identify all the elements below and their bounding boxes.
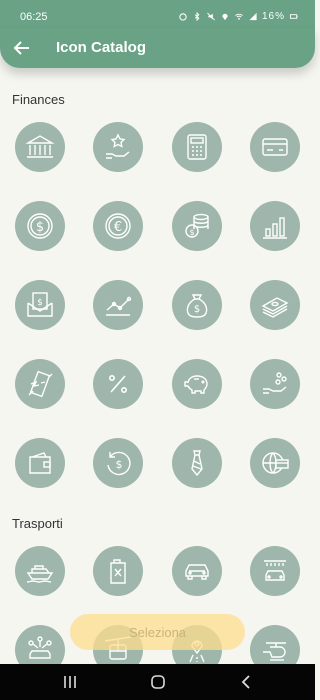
coin-stack-icon[interactable]: $ bbox=[172, 201, 222, 251]
app-bar: Icon Catalog bbox=[0, 28, 315, 68]
battery-icon bbox=[289, 14, 298, 19]
dollar-refresh-icon[interactable]: $ bbox=[93, 438, 143, 488]
back-arrow-icon[interactable] bbox=[10, 36, 34, 60]
percent-icon[interactable] bbox=[93, 359, 143, 409]
globe-card-icon[interactable] bbox=[250, 438, 300, 488]
select-button-label: Seleziona bbox=[128, 624, 187, 640]
bluetooth-icon bbox=[194, 12, 200, 21]
battery-level: 16% bbox=[261, 11, 285, 22]
home-icon[interactable] bbox=[146, 672, 170, 692]
fuel-can-icon[interactable] bbox=[93, 546, 143, 596]
bank-icon[interactable] bbox=[15, 122, 65, 172]
page-title: Icon Catalog bbox=[56, 39, 147, 56]
location-icon bbox=[222, 13, 228, 21]
svg-text:$: $ bbox=[36, 220, 44, 235]
piggy-bank-icon[interactable] bbox=[172, 359, 222, 409]
svg-text:$: $ bbox=[189, 228, 194, 237]
alarm-icon bbox=[179, 13, 187, 21]
select-button[interactable]: Seleziona bbox=[70, 614, 245, 650]
line-chart-icon[interactable] bbox=[93, 280, 143, 330]
svg-text:$: $ bbox=[37, 298, 43, 308]
car-wash-icon[interactable] bbox=[250, 546, 300, 596]
wifi-icon bbox=[235, 13, 243, 20]
svg-text:$: $ bbox=[116, 458, 123, 471]
broken-chain-icon[interactable] bbox=[15, 359, 65, 409]
wallet-icon[interactable] bbox=[15, 438, 65, 488]
tie-icon[interactable] bbox=[172, 438, 222, 488]
credit-card-icon[interactable] bbox=[250, 122, 300, 172]
svg-text:$: $ bbox=[194, 304, 200, 315]
money-bag-icon[interactable]: $ bbox=[172, 280, 222, 330]
status-icons: 16% bbox=[178, 11, 299, 22]
bar-chart-icon[interactable] bbox=[250, 201, 300, 251]
section-trasporti-label: Trasporti bbox=[12, 516, 63, 531]
car-icon[interactable] bbox=[172, 546, 222, 596]
euro-coin-icon[interactable]: € bbox=[93, 201, 143, 251]
recent-apps-icon[interactable] bbox=[58, 672, 82, 692]
signal-icon bbox=[249, 12, 257, 21]
calculator-icon[interactable] bbox=[172, 122, 222, 172]
status-time: 06:25 bbox=[20, 11, 48, 23]
cash-stack-icon[interactable] bbox=[250, 280, 300, 330]
money-envelope-icon[interactable]: $ bbox=[15, 280, 65, 330]
svg-text:€: € bbox=[114, 220, 122, 235]
back-icon[interactable] bbox=[234, 672, 258, 692]
mute-icon bbox=[207, 12, 215, 21]
hand-coins-icon[interactable] bbox=[250, 359, 300, 409]
hand-star-icon[interactable] bbox=[93, 122, 143, 172]
section-finances-label: Finances bbox=[12, 92, 65, 107]
dollar-coin-icon[interactable]: $ bbox=[15, 201, 65, 251]
system-nav-bar bbox=[0, 664, 315, 700]
ship-icon[interactable] bbox=[15, 546, 65, 596]
